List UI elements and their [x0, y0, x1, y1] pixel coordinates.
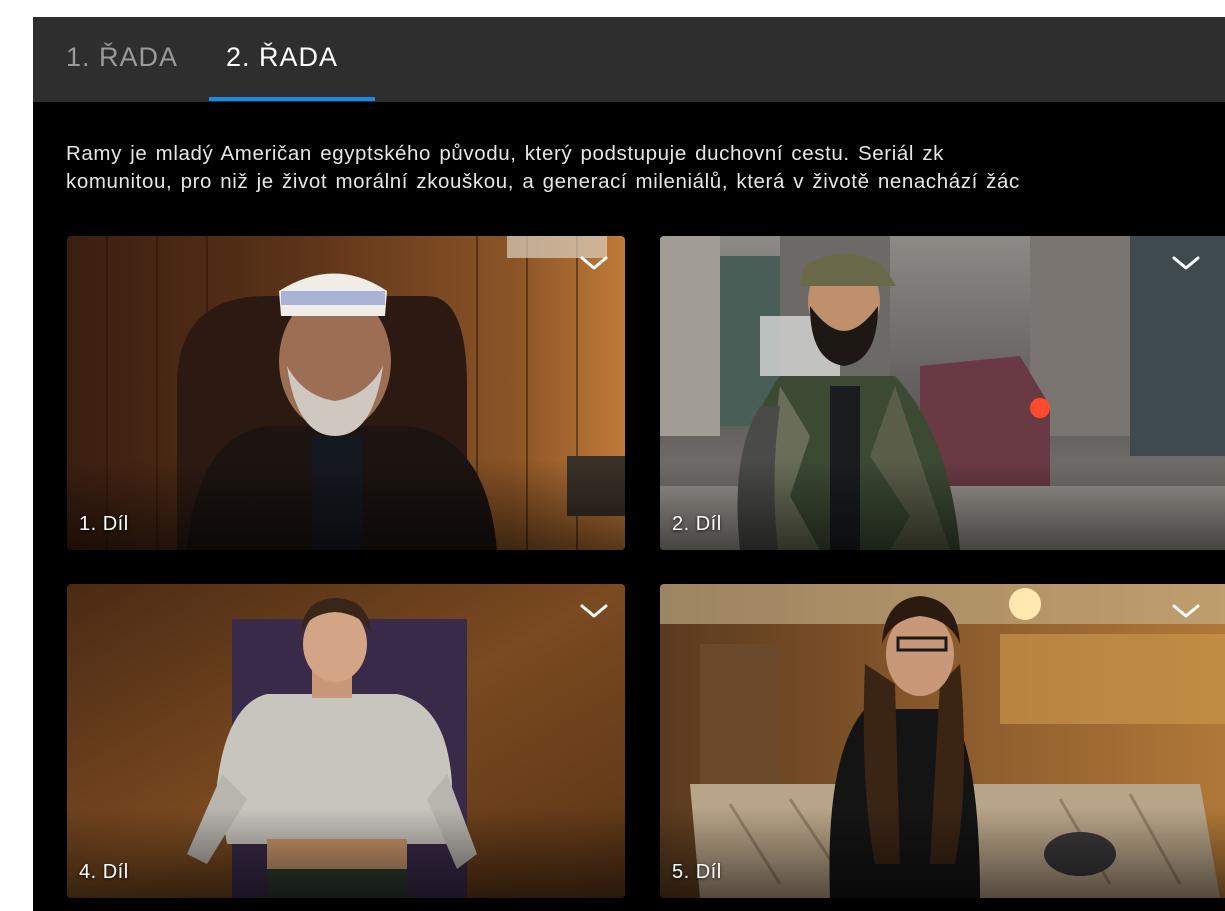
chevron-down-icon[interactable]: [1171, 254, 1201, 272]
thumbnail-shade: [660, 808, 1225, 898]
episode-card[interactable]: 4. Díl: [67, 584, 625, 898]
season-tab-bar: 1. ŘADA 2. ŘADA: [33, 17, 1225, 102]
episode-card[interactable]: 5. Díl: [660, 584, 1225, 898]
episode-card[interactable]: 1. Díl: [67, 236, 625, 550]
episode-label: 1. Díl: [79, 513, 129, 535]
series-description: Ramy je mladý Američan egyptského původu…: [66, 140, 1225, 196]
episode-card[interactable]: 2. Díl: [660, 236, 1225, 550]
thumbnail-shade: [67, 460, 625, 550]
thumbnail-shade: [67, 808, 625, 898]
thumbnail-shade: [660, 460, 1225, 550]
chevron-down-icon[interactable]: [579, 602, 609, 620]
tab-season-1[interactable]: 1. ŘADA: [66, 42, 178, 73]
episode-label: 2. Díl: [672, 513, 722, 535]
tab-season-2[interactable]: 2. ŘADA: [226, 42, 338, 73]
description-line-1: Ramy je mladý Američan egyptského původu…: [66, 142, 945, 165]
episode-label: 4. Díl: [79, 861, 129, 883]
chevron-down-icon[interactable]: [579, 254, 609, 272]
chevron-down-icon[interactable]: [1171, 602, 1201, 620]
active-tab-indicator: [209, 97, 375, 101]
streaming-app-screen: 1. ŘADA 2. ŘADA Ramy je mladý Američan e…: [33, 17, 1225, 911]
description-line-2: komunitou, pro niž je život morální zkou…: [66, 170, 1020, 193]
episode-label: 5. Díl: [672, 861, 722, 883]
